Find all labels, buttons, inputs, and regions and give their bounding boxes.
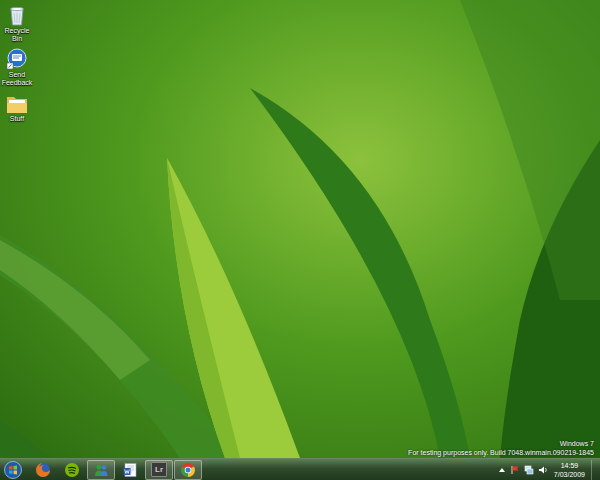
show-hidden-icons-icon[interactable] <box>498 466 506 474</box>
clock-date: 7/03/2009 <box>554 470 585 479</box>
clock-time: 14:59 <box>561 461 579 470</box>
desktop-icon-label: Send Feedback <box>0 71 34 87</box>
desktop-icon-label: Stuff <box>10 115 24 123</box>
taskbar-button[interactable] <box>58 460 86 480</box>
taskbar-button[interactable] <box>87 460 115 480</box>
word-icon <box>122 462 138 478</box>
windows-orb-icon <box>4 461 22 479</box>
desktop-screen: Recycle Bin Send Feedback Stuff Windows 7Fo… <box>0 0 600 480</box>
recycle-bin-icon <box>7 4 27 26</box>
volume-icon[interactable] <box>538 465 548 475</box>
clock[interactable]: 14:597/03/2009 <box>554 461 585 479</box>
desktop-icon-label: Recycle Bin <box>0 27 34 43</box>
taskbar-button[interactable] <box>116 460 144 480</box>
spotify-icon <box>64 462 80 478</box>
desktop-icon[interactable]: Recycle Bin <box>0 4 34 43</box>
desktop[interactable]: Recycle Bin Send Feedback Stuff Windows 7Fo… <box>0 0 600 458</box>
taskbar-button[interactable] <box>174 460 202 480</box>
watermark-line: Windows 7 <box>560 439 594 448</box>
firefox-icon <box>35 462 51 478</box>
watermark-line: For testing purposes only. Build 7048.wi… <box>408 448 594 457</box>
feedback-icon <box>6 48 28 70</box>
system-tray: 14:597/03/2009 <box>498 459 596 480</box>
show-desktop-button[interactable] <box>591 460 596 480</box>
build-watermark: Windows 7For testing purposes only. Buil… <box>408 439 594 457</box>
desktop-icon[interactable]: Send Feedback <box>0 48 34 87</box>
chrome-icon <box>180 462 196 478</box>
desktop-icon[interactable]: Stuff <box>0 94 34 123</box>
taskbar-apps: Lr <box>29 459 202 480</box>
folder-icon <box>6 94 28 114</box>
taskbar-button[interactable] <box>29 460 57 480</box>
messenger-icon <box>93 462 109 478</box>
network-icon[interactable] <box>524 465 534 475</box>
lightroom-icon: Lr <box>151 462 167 477</box>
start-button[interactable] <box>3 460 23 480</box>
taskbar-button[interactable]: Lr <box>145 460 173 480</box>
taskbar: Lr 14:597/03/2009 <box>0 458 600 480</box>
action-center-flag-icon[interactable] <box>510 465 520 475</box>
wallpaper-picture <box>0 0 600 458</box>
